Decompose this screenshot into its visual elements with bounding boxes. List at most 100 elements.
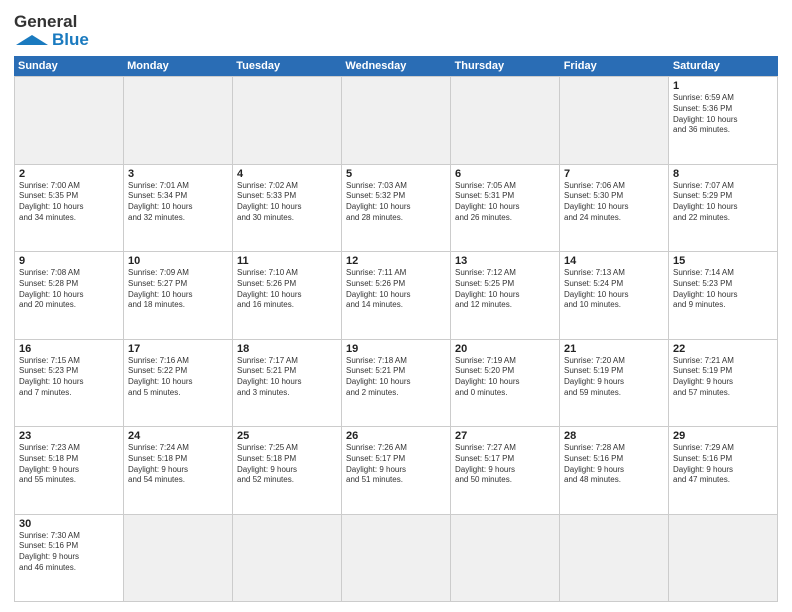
empty-cell (560, 515, 669, 602)
logo-blue-text: Blue (52, 30, 89, 50)
day-info: Sunrise: 7:12 AM Sunset: 5:25 PM Dayligh… (455, 268, 555, 311)
day-info: Sunrise: 7:16 AM Sunset: 5:22 PM Dayligh… (128, 356, 228, 399)
day-cell-6: 6Sunrise: 7:05 AM Sunset: 5:31 PM Daylig… (451, 165, 560, 252)
logo: General Blue (14, 12, 89, 50)
day-cell-10: 10Sunrise: 7:09 AM Sunset: 5:27 PM Dayli… (124, 252, 233, 339)
calendar-row-1: 1Sunrise: 6:59 AM Sunset: 5:36 PM Daylig… (15, 77, 778, 165)
day-info: Sunrise: 7:21 AM Sunset: 5:19 PM Dayligh… (673, 356, 773, 399)
day-cell-18: 18Sunrise: 7:17 AM Sunset: 5:21 PM Dayli… (233, 340, 342, 427)
day-info: Sunrise: 7:07 AM Sunset: 5:29 PM Dayligh… (673, 181, 773, 224)
day-cell-16: 16Sunrise: 7:15 AM Sunset: 5:23 PM Dayli… (15, 340, 124, 427)
logo-general-text: General (14, 12, 77, 32)
day-info: Sunrise: 7:30 AM Sunset: 5:16 PM Dayligh… (19, 531, 119, 574)
day-cell-5: 5Sunrise: 7:03 AM Sunset: 5:32 PM Daylig… (342, 165, 451, 252)
day-cell-29: 29Sunrise: 7:29 AM Sunset: 5:16 PM Dayli… (669, 427, 778, 514)
day-info: Sunrise: 7:10 AM Sunset: 5:26 PM Dayligh… (237, 268, 337, 311)
day-number: 24 (128, 430, 228, 442)
empty-cell (342, 77, 451, 164)
day-cell-9: 9Sunrise: 7:08 AM Sunset: 5:28 PM Daylig… (15, 252, 124, 339)
day-info: Sunrise: 7:05 AM Sunset: 5:31 PM Dayligh… (455, 181, 555, 224)
day-cell-12: 12Sunrise: 7:11 AM Sunset: 5:26 PM Dayli… (342, 252, 451, 339)
day-info: Sunrise: 7:09 AM Sunset: 5:27 PM Dayligh… (128, 268, 228, 311)
calendar-row-6: 30Sunrise: 7:30 AM Sunset: 5:16 PM Dayli… (15, 515, 778, 603)
empty-cell (124, 515, 233, 602)
day-info: Sunrise: 7:20 AM Sunset: 5:19 PM Dayligh… (564, 356, 664, 399)
day-number: 4 (237, 168, 337, 180)
day-info: Sunrise: 7:13 AM Sunset: 5:24 PM Dayligh… (564, 268, 664, 311)
day-number: 5 (346, 168, 446, 180)
day-cell-17: 17Sunrise: 7:16 AM Sunset: 5:22 PM Dayli… (124, 340, 233, 427)
day-number: 13 (455, 255, 555, 267)
day-number: 6 (455, 168, 555, 180)
day-info: Sunrise: 7:06 AM Sunset: 5:30 PM Dayligh… (564, 181, 664, 224)
calendar-row-5: 23Sunrise: 7:23 AM Sunset: 5:18 PM Dayli… (15, 427, 778, 515)
day-cell-27: 27Sunrise: 7:27 AM Sunset: 5:17 PM Dayli… (451, 427, 560, 514)
day-info: Sunrise: 7:00 AM Sunset: 5:35 PM Dayligh… (19, 181, 119, 224)
day-info: Sunrise: 7:26 AM Sunset: 5:17 PM Dayligh… (346, 443, 446, 486)
day-cell-1: 1Sunrise: 6:59 AM Sunset: 5:36 PM Daylig… (669, 77, 778, 164)
calendar-body: 1Sunrise: 6:59 AM Sunset: 5:36 PM Daylig… (14, 76, 778, 602)
day-info: Sunrise: 7:29 AM Sunset: 5:16 PM Dayligh… (673, 443, 773, 486)
day-number: 3 (128, 168, 228, 180)
day-number: 16 (19, 343, 119, 355)
day-info: Sunrise: 7:23 AM Sunset: 5:18 PM Dayligh… (19, 443, 119, 486)
day-number: 17 (128, 343, 228, 355)
day-cell-8: 8Sunrise: 7:07 AM Sunset: 5:29 PM Daylig… (669, 165, 778, 252)
calendar-row-4: 16Sunrise: 7:15 AM Sunset: 5:23 PM Dayli… (15, 340, 778, 428)
day-cell-2: 2Sunrise: 7:00 AM Sunset: 5:35 PM Daylig… (15, 165, 124, 252)
day-cell-23: 23Sunrise: 7:23 AM Sunset: 5:18 PM Dayli… (15, 427, 124, 514)
header-cell-thursday: Thursday (451, 56, 560, 76)
day-number: 30 (19, 518, 119, 530)
day-cell-19: 19Sunrise: 7:18 AM Sunset: 5:21 PM Dayli… (342, 340, 451, 427)
day-number: 20 (455, 343, 555, 355)
day-info: Sunrise: 7:24 AM Sunset: 5:18 PM Dayligh… (128, 443, 228, 486)
day-cell-24: 24Sunrise: 7:24 AM Sunset: 5:18 PM Dayli… (124, 427, 233, 514)
logo-icon (14, 33, 50, 47)
header: General Blue (14, 12, 778, 50)
calendar-header: SundayMondayTuesdayWednesdayThursdayFrid… (14, 56, 778, 76)
day-info: Sunrise: 7:28 AM Sunset: 5:16 PM Dayligh… (564, 443, 664, 486)
day-number: 19 (346, 343, 446, 355)
day-info: Sunrise: 7:11 AM Sunset: 5:26 PM Dayligh… (346, 268, 446, 311)
day-cell-26: 26Sunrise: 7:26 AM Sunset: 5:17 PM Dayli… (342, 427, 451, 514)
day-number: 28 (564, 430, 664, 442)
header-cell-friday: Friday (560, 56, 669, 76)
day-cell-11: 11Sunrise: 7:10 AM Sunset: 5:26 PM Dayli… (233, 252, 342, 339)
day-number: 21 (564, 343, 664, 355)
day-info: Sunrise: 7:17 AM Sunset: 5:21 PM Dayligh… (237, 356, 337, 399)
day-cell-22: 22Sunrise: 7:21 AM Sunset: 5:19 PM Dayli… (669, 340, 778, 427)
day-info: Sunrise: 7:15 AM Sunset: 5:23 PM Dayligh… (19, 356, 119, 399)
empty-cell (233, 77, 342, 164)
page: General Blue SundayMondayTuesdayWednesda… (0, 0, 792, 612)
day-number: 2 (19, 168, 119, 180)
day-cell-15: 15Sunrise: 7:14 AM Sunset: 5:23 PM Dayli… (669, 252, 778, 339)
day-info: Sunrise: 7:03 AM Sunset: 5:32 PM Dayligh… (346, 181, 446, 224)
day-cell-4: 4Sunrise: 7:02 AM Sunset: 5:33 PM Daylig… (233, 165, 342, 252)
day-number: 11 (237, 255, 337, 267)
day-info: Sunrise: 7:25 AM Sunset: 5:18 PM Dayligh… (237, 443, 337, 486)
day-info: Sunrise: 6:59 AM Sunset: 5:36 PM Dayligh… (673, 93, 773, 136)
day-info: Sunrise: 7:18 AM Sunset: 5:21 PM Dayligh… (346, 356, 446, 399)
calendar-row-2: 2Sunrise: 7:00 AM Sunset: 5:35 PM Daylig… (15, 165, 778, 253)
day-number: 10 (128, 255, 228, 267)
day-cell-13: 13Sunrise: 7:12 AM Sunset: 5:25 PM Dayli… (451, 252, 560, 339)
day-info: Sunrise: 7:14 AM Sunset: 5:23 PM Dayligh… (673, 268, 773, 311)
day-number: 23 (19, 430, 119, 442)
empty-cell (15, 77, 124, 164)
day-cell-30: 30Sunrise: 7:30 AM Sunset: 5:16 PM Dayli… (15, 515, 124, 602)
day-info: Sunrise: 7:08 AM Sunset: 5:28 PM Dayligh… (19, 268, 119, 311)
day-number: 7 (564, 168, 664, 180)
day-info: Sunrise: 7:01 AM Sunset: 5:34 PM Dayligh… (128, 181, 228, 224)
day-cell-25: 25Sunrise: 7:25 AM Sunset: 5:18 PM Dayli… (233, 427, 342, 514)
day-info: Sunrise: 7:27 AM Sunset: 5:17 PM Dayligh… (455, 443, 555, 486)
empty-cell (560, 77, 669, 164)
day-number: 18 (237, 343, 337, 355)
day-number: 27 (455, 430, 555, 442)
day-info: Sunrise: 7:02 AM Sunset: 5:33 PM Dayligh… (237, 181, 337, 224)
empty-cell (124, 77, 233, 164)
empty-cell (451, 515, 560, 602)
day-number: 8 (673, 168, 773, 180)
empty-cell (233, 515, 342, 602)
day-number: 9 (19, 255, 119, 267)
day-cell-3: 3Sunrise: 7:01 AM Sunset: 5:34 PM Daylig… (124, 165, 233, 252)
